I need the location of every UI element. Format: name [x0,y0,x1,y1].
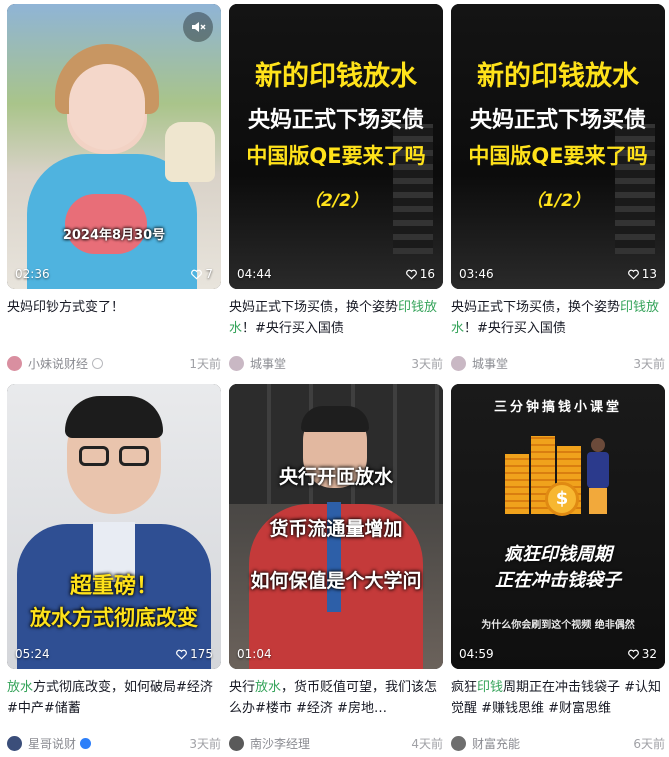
avatar[interactable] [229,356,244,371]
video-grid: 2024年8月30号 02:36 7 央妈印钞方式变了！ 小妹说财经 1天前 新… [0,0,669,757]
video-card[interactable]: 新的印钱放水 央妈正式下场买债 中国版QE要来了吗 （2/2） 04:44 16… [229,4,443,372]
overlay-line1: 超重磅！ [69,574,158,599]
overlay-part: （1/2） [526,191,590,211]
overlay-line3: 中国版QE要来了吗 [246,144,426,168]
video-thumbnail[interactable]: 2024年8月30号 02:36 7 [7,4,221,289]
heart-icon [627,269,639,279]
video-duration: 04:59 [459,647,494,661]
video-meta: 城事堂 3天前 [229,355,443,372]
like-count: 16 [405,267,435,281]
person-figure [591,438,605,452]
like-count: 32 [627,647,657,661]
video-duration: 03:46 [459,267,494,281]
overlay-line2: 疯狂印钱周期 [504,544,612,565]
glasses [79,446,109,466]
video-title[interactable]: 央妈印钞方式变了！ [7,297,221,341]
heart-icon [627,649,639,659]
coin-stack [505,454,529,514]
overlay-line4: 为什么你会刷到这个视频 绝非偶然 [481,620,635,631]
video-card[interactable]: 2024年8月30号 02:36 7 央妈印钞方式变了！ 小妹说财经 1天前 [7,4,221,372]
video-duration: 05:24 [15,647,50,661]
post-time: 3天前 [633,357,665,371]
video-title[interactable]: 疯狂印钱周期正在冲击钱袋子 #认知觉醒 #赚钱思维 #财富思维 [451,677,665,721]
verified-icon [92,358,104,369]
heart-icon [191,269,203,279]
post-time: 3天前 [189,737,221,751]
post-time: 1天前 [189,357,221,371]
dollar-coin-icon: $ [545,482,579,516]
video-title[interactable]: 央妈正式下场买债，换个姿势印钱放水！#央行买入国债 [229,297,443,341]
avatar[interactable] [7,736,22,751]
video-title[interactable]: 央行放水，货币贬值可望，我们该怎么办#楼市 #经济 #房地… [229,677,443,721]
overlay-line1: 央行开匝放水 [278,466,393,488]
avatar[interactable] [7,356,22,371]
video-title[interactable]: 央妈正式下场买债，换个姿势印钱放水！#央行买入国债 [451,297,665,341]
heart-icon [176,649,187,659]
overlay-line2: 央妈正式下场买债 [469,108,646,133]
video-title[interactable]: 放水方式彻底改变，如何破局#经济#中产#储蓄 [7,677,221,721]
toast-plush [165,122,215,182]
overlay-line3: 中国版QE要来了吗 [468,144,648,168]
video-card[interactable]: 央行开匝放水 货币流通量增加 如何保值是个大学问 01:04 央行放水，货币贬值… [229,384,443,752]
video-duration: 02:36 [15,267,50,281]
avatar[interactable] [229,736,244,751]
video-thumbnail[interactable]: 新的印钱放水 央妈正式下场买债 中国版QE要来了吗 （1/2） 03:46 13 [451,4,665,289]
overlay-line3: 如何保值是个大学问 [250,570,422,592]
person-hair [65,396,163,438]
video-meta: 财富充能 6天前 [451,735,665,752]
video-duration: 01:04 [237,647,272,661]
video-meta: 南沙李经理 4天前 [229,735,443,752]
person-hair [301,406,369,432]
video-meta: 城事堂 3天前 [451,355,665,372]
overlay-date: 2024年8月30号 [62,228,166,243]
post-time: 3天前 [411,357,443,371]
video-meta: 星哥说财 3天前 [7,735,221,752]
video-thumbnail[interactable]: 央行开匝放水 货币流通量增加 如何保值是个大学问 01:04 [229,384,443,669]
avatar[interactable] [451,356,466,371]
author-name[interactable]: 城事堂 [250,355,411,372]
mute-icon [192,22,206,32]
avatar[interactable] [451,736,466,751]
post-time: 4天前 [411,737,443,751]
video-card[interactable]: 超重磅！ 放水方式彻底改变 05:24 175 放水方式彻底改变，如何破局#经济… [7,384,221,752]
verified-icon [80,738,92,749]
video-thumbnail[interactable]: 三分钟搞钱小课堂 $ 疯狂印钱周期 正在冲击钱袋子 为什么你会刷到这个视频 绝非… [451,384,665,669]
video-card[interactable]: 新的印钱放水 央妈正式下场买债 中国版QE要来了吗 （1/2） 03:46 13… [451,4,665,372]
overlay-line2: 货币流通量增加 [269,518,403,540]
heart-icon [405,269,417,279]
overlay-line2: 央妈正式下场买债 [247,108,424,133]
video-duration: 04:44 [237,267,272,281]
author-name[interactable]: 星哥说财 [28,735,189,752]
overlay-line1: 新的印钱放水 [255,61,417,92]
overlay-line1: 新的印钱放水 [477,61,639,92]
like-count: 7 [191,267,213,281]
author-name[interactable]: 南沙李经理 [250,735,411,752]
author-name[interactable]: 城事堂 [472,355,633,372]
video-thumbnail[interactable]: 超重磅！ 放水方式彻底改变 05:24 175 [7,384,221,669]
like-count: 13 [627,267,657,281]
video-card[interactable]: 三分钟搞钱小课堂 $ 疯狂印钱周期 正在冲击钱袋子 为什么你会刷到这个视频 绝非… [451,384,665,752]
mute-button[interactable] [183,12,213,42]
overlay-part: （2/2） [304,191,368,211]
overlay-line2: 放水方式彻底改变 [30,606,198,630]
overlay-line3: 正在冲击钱袋子 [495,570,621,591]
author-name[interactable]: 小妹说财经 [28,355,189,372]
author-name[interactable]: 财富充能 [472,735,633,752]
video-meta: 小妹说财经 1天前 [7,355,221,372]
video-thumbnail[interactable]: 新的印钱放水 央妈正式下场买债 中国版QE要来了吗 （2/2） 04:44 16 [229,4,443,289]
like-count: 175 [176,647,213,661]
overlay-line1: 三分钟搞钱小课堂 [493,400,622,415]
post-time: 6天前 [633,737,665,751]
